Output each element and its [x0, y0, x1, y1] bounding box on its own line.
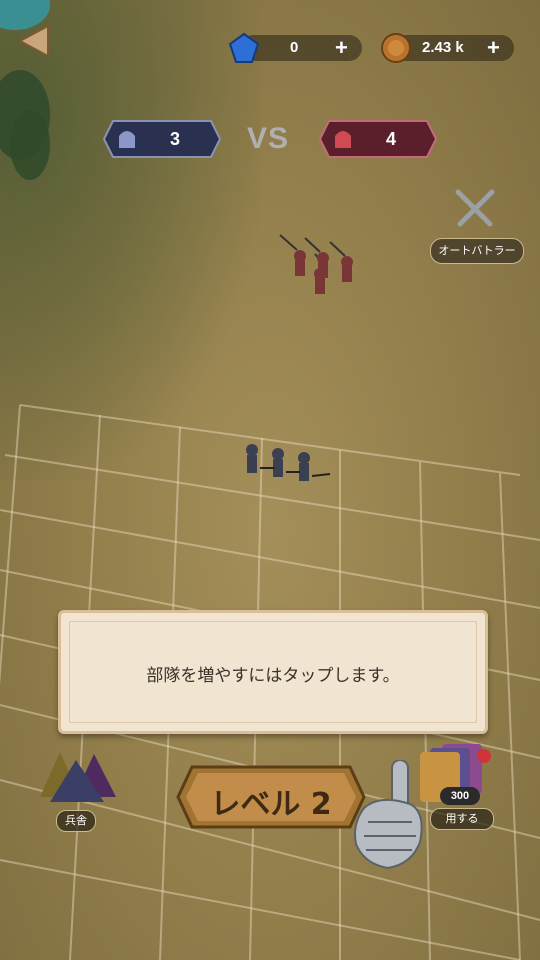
enemy-count: 4	[386, 129, 397, 149]
tutorial-message: 部隊を増やすにはタップします。	[146, 666, 400, 686]
tutorial-dialog: 部隊を増やすにはタップします。	[58, 610, 488, 734]
deploy-label[interactable]: 用する	[430, 808, 494, 830]
gem-icon	[228, 32, 260, 63]
enemy-team-box	[319, 120, 437, 158]
blue-helmet-icon	[119, 131, 135, 148]
tree	[10, 110, 50, 180]
notification-dot	[477, 749, 491, 763]
battlefield: 0 + 2.43 k + 3 VS 4 オートバトラー 部隊を増やすにはタップし…	[0, 0, 540, 960]
coins-value: 2.43 k	[422, 39, 464, 56]
crossed-swords-icon[interactable]	[450, 184, 500, 234]
level-number: 2	[310, 787, 332, 822]
player-team-box	[103, 120, 221, 158]
deploy-cost: 300	[440, 787, 480, 805]
auto-battle-button[interactable]: オートバトラー	[430, 238, 524, 264]
coin-icon	[381, 33, 411, 63]
barracks-label[interactable]: 兵舎	[56, 810, 96, 832]
level-button[interactable]: レベル 2	[176, 765, 366, 829]
add-gems-button[interactable]: +	[335, 37, 348, 59]
enemy-squad	[279, 234, 353, 294]
player-squad	[246, 444, 331, 481]
add-coins-button[interactable]: +	[487, 37, 500, 59]
player-count: 3	[170, 129, 181, 149]
tent-icon[interactable]	[30, 742, 122, 804]
level-label: レベル	[210, 787, 301, 822]
vs-label: VS	[247, 122, 290, 155]
gems-value: 0	[290, 39, 299, 56]
back-arrow-icon[interactable]	[18, 24, 50, 58]
red-helmet-icon	[335, 131, 351, 148]
gauntlet-pointer-icon	[354, 760, 423, 870]
